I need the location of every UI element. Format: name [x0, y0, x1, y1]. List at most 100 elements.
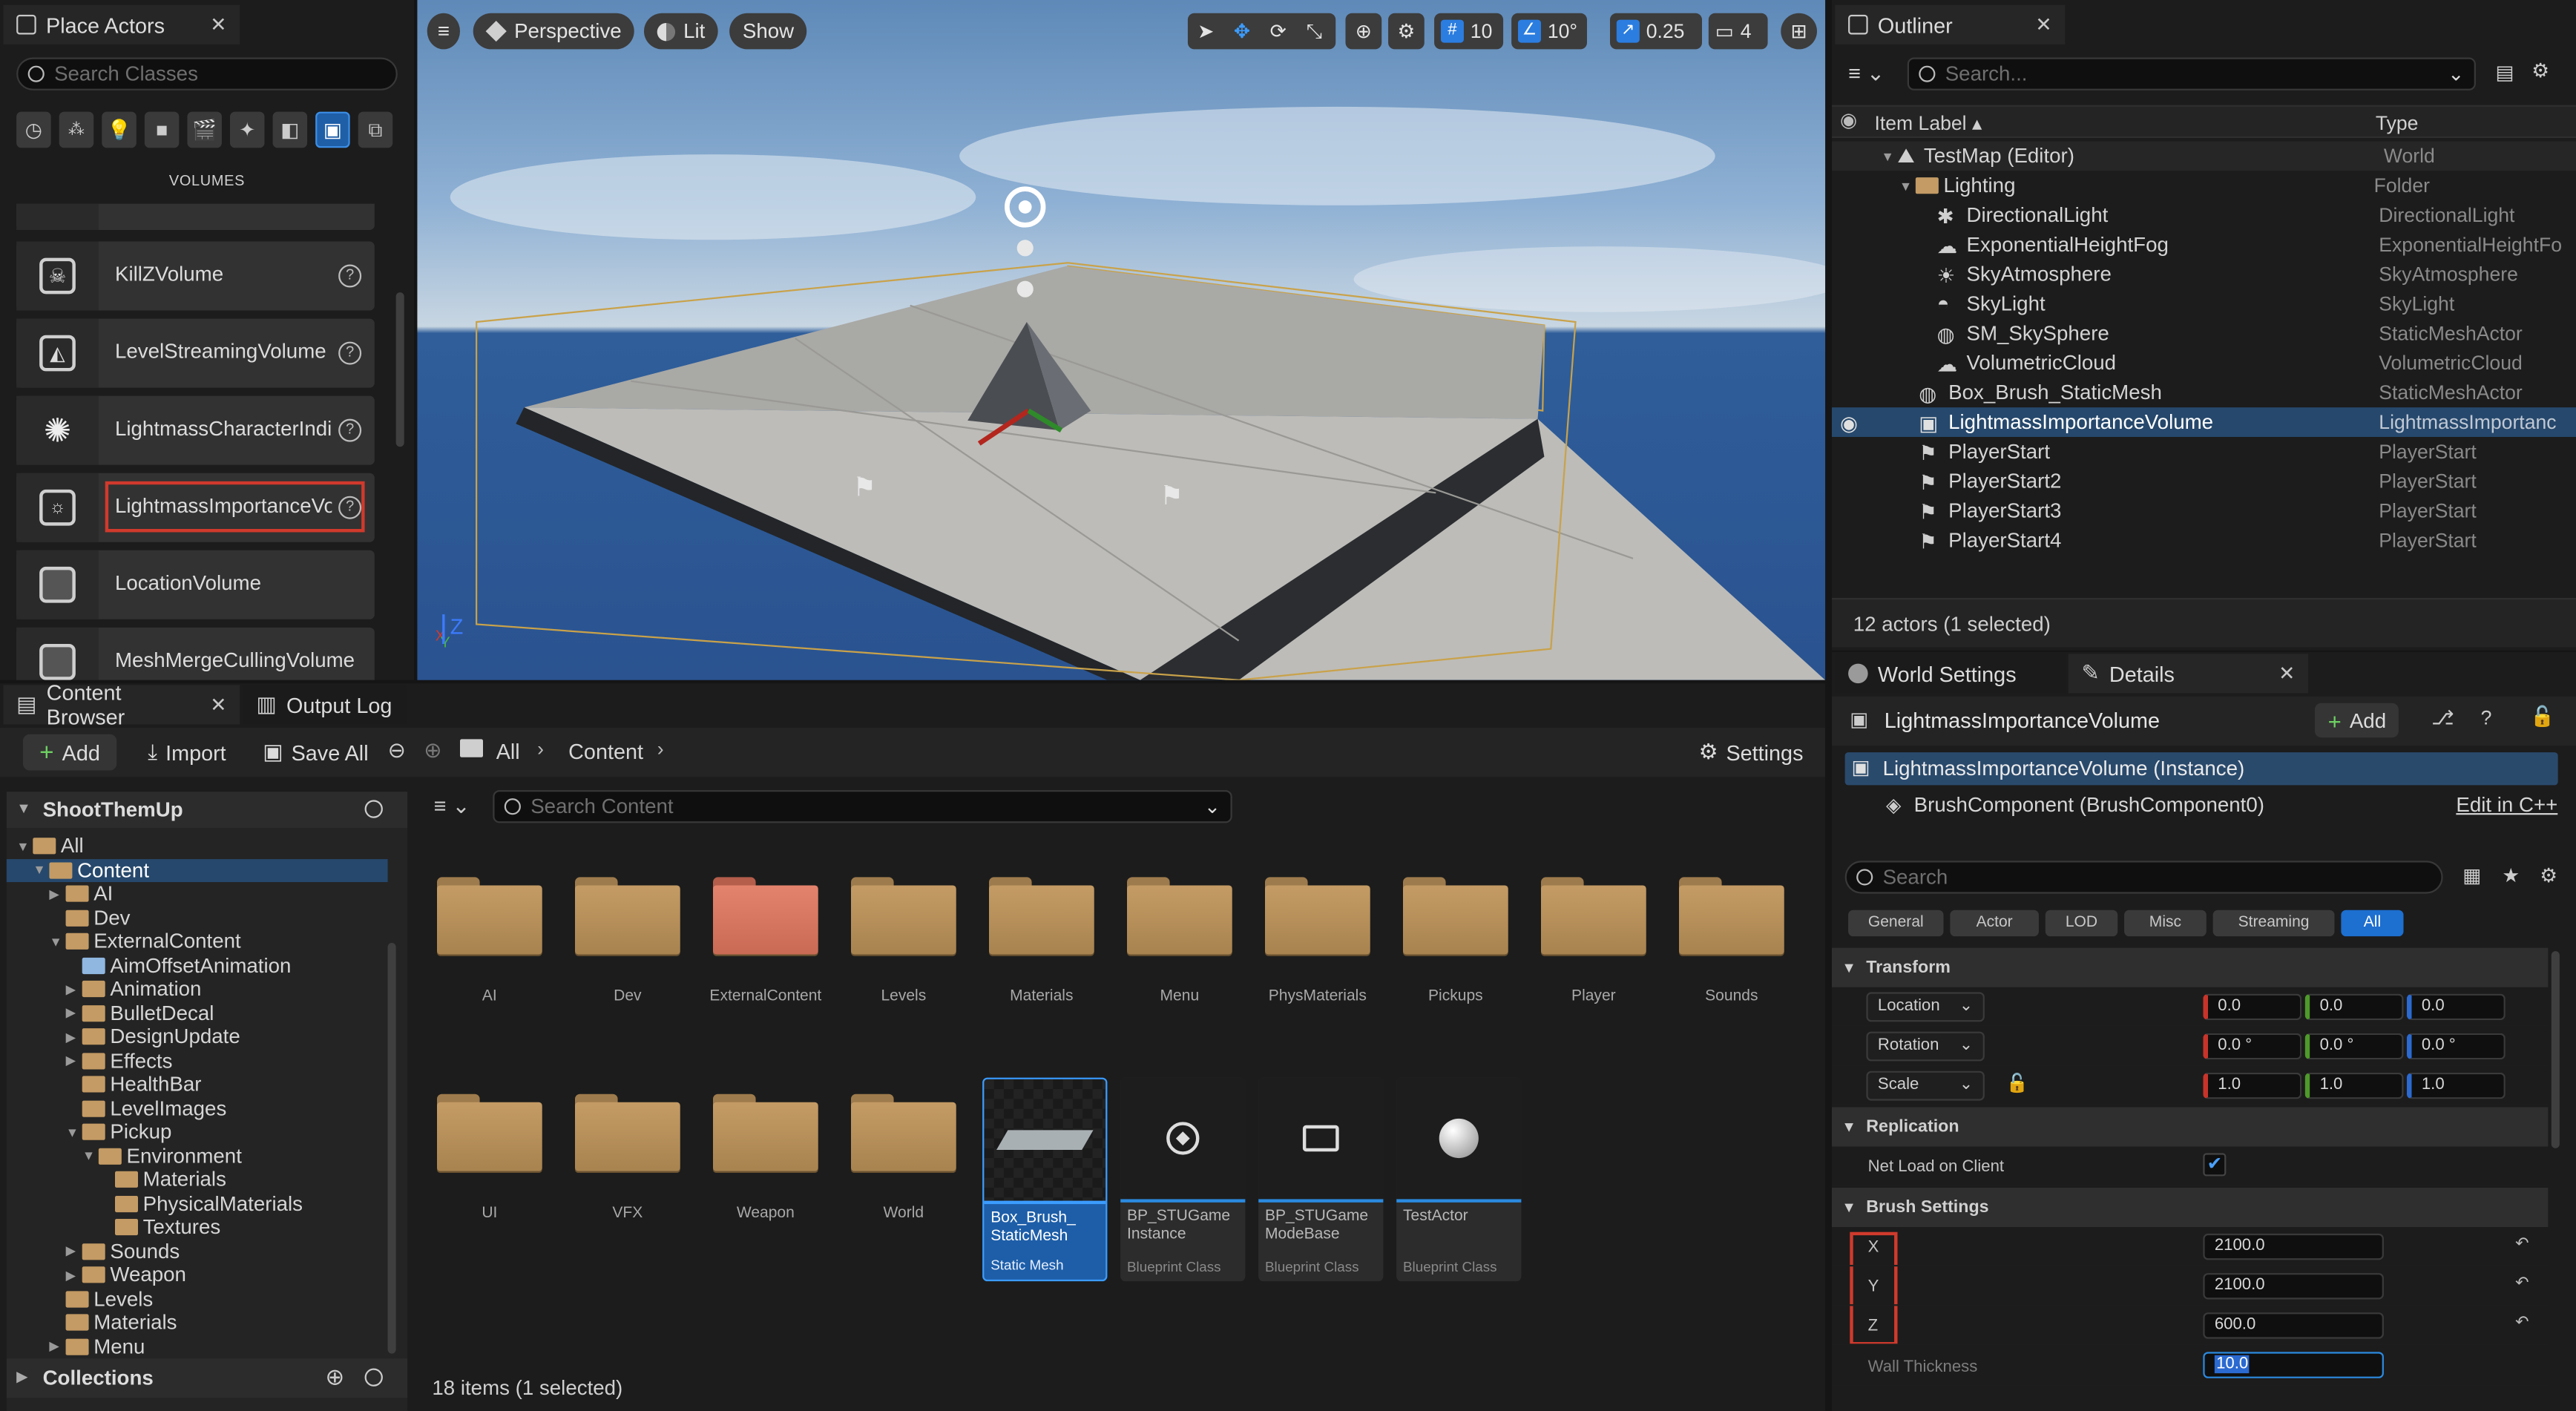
search-icon[interactable]	[364, 800, 383, 818]
tree-item[interactable]: Levels	[7, 1287, 388, 1311]
collections-header[interactable]: ▶ Collections ⊕	[6, 1358, 408, 1398]
shapes-category-icon[interactable]: ■	[144, 111, 180, 148]
perspective-button[interactable]: Perspective	[473, 13, 635, 50]
visibility-icon[interactable]: ◉	[1832, 410, 1919, 435]
outliner-tab[interactable]: Outliner ✕	[1835, 4, 2066, 45]
tree-item[interactable]: Materials	[7, 1168, 388, 1191]
settings-button[interactable]: ⚙ Settings	[1699, 739, 1804, 765]
brush-y-input[interactable]: 2100.0	[2203, 1273, 2384, 1300]
close-icon[interactable]: ✕	[210, 13, 226, 36]
rotation-z-input[interactable]: 0.0 °	[2406, 1033, 2506, 1060]
component-row[interactable]: ◈ BrushComponent (BrushComponent0) Edit …	[1845, 789, 2558, 821]
add-button[interactable]: + Add	[22, 734, 117, 771]
blueprint-icon[interactable]: ⎇	[2431, 706, 2454, 729]
volumes-category-icon[interactable]: ▣	[315, 111, 350, 148]
close-icon[interactable]: ✕	[210, 693, 226, 716]
grid-snap-button[interactable]: # 10	[1434, 13, 1504, 50]
project-header[interactable]: ▼ ShootThemUp	[6, 792, 408, 828]
lit-button[interactable]: Lit	[643, 13, 719, 50]
rotation-y-input[interactable]: 0.0 °	[2304, 1033, 2404, 1060]
show-button[interactable]: Show	[729, 13, 807, 50]
close-icon[interactable]: ✕	[2278, 662, 2295, 685]
filter-lod[interactable]: LOD	[2045, 910, 2118, 937]
filter-icon[interactable]: ≡ ⌄	[434, 794, 470, 820]
reset-icon[interactable]: ↶	[2515, 1235, 2529, 1253]
transform-section[interactable]: ▼ Transform	[1831, 947, 2549, 987]
help-icon[interactable]: ?	[2481, 706, 2492, 729]
location-dropdown[interactable]: Location ⌄	[1866, 992, 1985, 1022]
tree-item[interactable]: ▼ Pickup	[7, 1120, 388, 1144]
scale-x-input[interactable]: 1.0	[2203, 1072, 2302, 1099]
net-load-checkbox[interactable]: ✔	[2203, 1153, 2227, 1177]
outliner-row[interactable]: ⚑ PlayerStart PlayerStart	[1832, 437, 2576, 467]
player-start-icon[interactable]: ⚑	[1160, 480, 1183, 513]
location-z-input[interactable]: 0.0	[2406, 993, 2506, 1021]
surface-snap-button[interactable]: ⚙	[1388, 13, 1425, 50]
add-component-button[interactable]: + Add	[2314, 703, 2399, 738]
tree-item[interactable]: Materials	[7, 1311, 388, 1335]
gear-icon[interactable]: ⚙	[2540, 864, 2557, 887]
save-all-button[interactable]: ▣ Save All	[263, 739, 368, 765]
tree-item[interactable]: ▼ All	[7, 835, 388, 858]
tree-item[interactable]: Textures	[7, 1216, 388, 1240]
tree-item[interactable]: ▶ Sounds	[7, 1240, 388, 1263]
replication-section[interactable]: ▼ Replication	[1831, 1107, 2549, 1147]
rotation-dropdown[interactable]: Rotation ⌄	[1866, 1031, 1985, 1062]
location-x-input[interactable]: 0.0	[2203, 993, 2302, 1021]
basic-category-icon[interactable]: ⁂	[59, 111, 94, 148]
outliner-row[interactable]: ☀ SkyAtmosphere SkyAtmosphere	[1832, 260, 2576, 289]
brush-settings-section[interactable]: ▼ Brush Settings	[1831, 1187, 2549, 1228]
details-search-input[interactable]: Search	[1844, 861, 2443, 894]
lights-category-icon[interactable]: 💡	[102, 111, 137, 148]
output-log-tab[interactable]: ▥ Output Log	[243, 685, 408, 725]
tree-item[interactable]: AimOffsetAnimation	[7, 953, 388, 977]
cinematic-category-icon[interactable]: 🎬	[187, 111, 222, 148]
tree-item[interactable]: PhysicalMaterials	[7, 1191, 388, 1215]
breadcrumb-all[interactable]: All	[496, 739, 520, 763]
list-item-levelstreamingvolume[interactable]: ◭ LevelStreamingVolume ?	[16, 318, 375, 388]
details-tab[interactable]: ✎ Details ✕	[2068, 654, 2309, 694]
asset-card[interactable]: BP_STUGame ModeBase Blueprint Class	[1258, 1077, 1384, 1282]
help-icon[interactable]: ?	[338, 496, 362, 519]
visual-effects-category-icon[interactable]: ✦	[230, 111, 265, 148]
import-button[interactable]: ⤓ Import	[148, 739, 226, 765]
tree-item[interactable]: ▼ Environment	[7, 1144, 388, 1168]
column-type[interactable]: Type	[2376, 112, 2419, 135]
tree-item[interactable]: ▶ DesignUpdate	[7, 1025, 388, 1049]
tree-item[interactable]: ▶ AI	[7, 882, 388, 906]
list-item-meshmergecullingvolume[interactable]: MeshMergeCullingVolume	[16, 627, 375, 680]
add-folder-icon[interactable]: ▤	[2495, 61, 2514, 84]
tree-item[interactable]: ▶ Menu	[7, 1335, 388, 1358]
filter-actor[interactable]: Actor	[1950, 910, 2039, 937]
scale-lock-icon[interactable]: 🔓	[2006, 1073, 2028, 1094]
breadcrumb-content[interactable]: Content	[568, 739, 643, 763]
tree-item[interactable]: ▼ ExternalContent	[7, 930, 388, 953]
tree-item[interactable]: LevelImages	[7, 1096, 388, 1120]
tree-item[interactable]: ▶ Animation	[7, 978, 388, 1001]
tree-item[interactable]: ▶ Effects	[7, 1049, 388, 1073]
world-local-toggle[interactable]: ⊕	[1345, 13, 1382, 50]
filter-streaming[interactable]: Streaming	[2212, 910, 2335, 937]
rotation-snap-button[interactable]: ∠ 10°	[1511, 13, 1587, 50]
viewport-layout-button[interactable]: ⊞	[1781, 13, 1817, 50]
all-classes-category-icon[interactable]: ⧉	[358, 111, 393, 148]
world-settings-tab[interactable]: World Settings	[1835, 654, 2066, 694]
filter-all[interactable]: All	[2341, 910, 2404, 937]
close-icon[interactable]: ✕	[2035, 13, 2051, 36]
outliner-search-input[interactable]: Search... ⌄	[1907, 57, 2476, 91]
outliner-row[interactable]: ◍ SM_SkySphere StaticMeshActor	[1832, 319, 2576, 349]
outliner-row[interactable]: ▼ ⛰ TestMap (Editor) World	[1831, 141, 2576, 171]
help-icon[interactable]: ?	[338, 264, 362, 288]
asset-card[interactable]: TestActor Blueprint Class	[1396, 1077, 1522, 1282]
outliner-row[interactable]: ☁ VolumetricCloud VolumetricCloud	[1832, 348, 2576, 378]
reset-icon[interactable]: ↶	[2515, 1274, 2529, 1292]
wall-thickness-input[interactable]: 10.0	[2203, 1352, 2384, 1378]
rotate-icon[interactable]: ⟳	[1260, 20, 1296, 43]
outliner-row[interactable]: ◍ Box_Brush_StaticMesh StaticMeshActor	[1832, 378, 2576, 407]
outliner-row[interactable]: ☁ ExponentialHeightFog ExponentialHeightFo	[1832, 230, 2576, 260]
outliner-row[interactable]: ▼ Lighting Folder	[1832, 171, 2576, 200]
favorites-star-icon[interactable]: ★	[2502, 864, 2520, 887]
search-icon[interactable]	[364, 1368, 383, 1387]
brush-x-input[interactable]: 2100.0	[2203, 1233, 2384, 1260]
asset-card-selected[interactable]: Box_Brush_ StaticMesh Static Mesh	[982, 1077, 1108, 1282]
